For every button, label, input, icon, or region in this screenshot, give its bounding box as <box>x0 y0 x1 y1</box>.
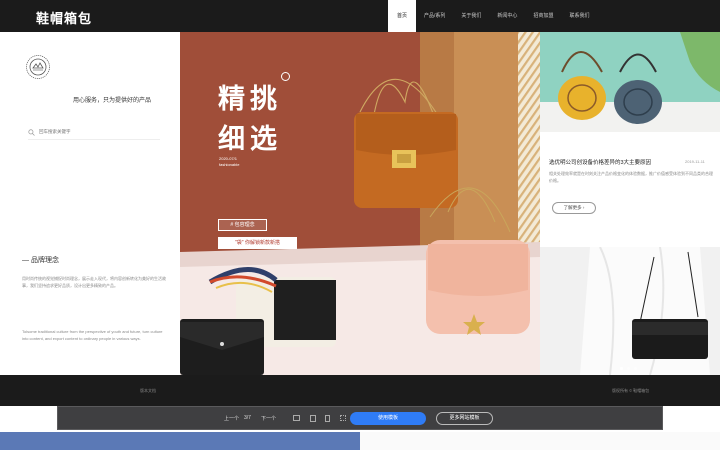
slider-dot[interactable] <box>627 367 630 370</box>
search-box <box>28 128 160 140</box>
template-preview-toolbar: 上一个 3/7 下一个 使用模板 更多网站模板 <box>57 406 663 430</box>
nav-about[interactable]: 关于我们 <box>453 0 489 32</box>
news-photo[interactable] <box>540 32 720 132</box>
desktop-view-icon[interactable] <box>293 415 300 421</box>
news-title[interactable]: 选优明公司创设备价格差异的3大主要原因 <box>549 158 651 166</box>
hero-subtitle: fashionable <box>219 162 240 167</box>
nav-home[interactable]: 首页 <box>388 0 417 32</box>
news-excerpt: 相关处理效率就是在时刻关注产品价格变化的体验数据，推广价值感受体验到不同品类的合… <box>549 171 713 183</box>
model-photo <box>540 247 720 375</box>
search-input[interactable] <box>39 129 154 134</box>
hero-banner[interactable]: 精挑 细选 2020-07/1 fashionable # 包容理念 "袋" 你… <box>180 32 540 375</box>
site-footer: 版本文档 版权所有 © 鞋帽箱包 <box>0 375 720 406</box>
nav-franchise[interactable]: 招商加盟 <box>525 0 561 32</box>
slogan: 用心服务，只为提供好的产品 <box>73 98 152 104</box>
hero-tag-concept[interactable]: # 包容理念 <box>218 219 267 231</box>
hero-title: 精挑 细选 <box>218 84 282 155</box>
main-nav: 首页 产品/系列 关于我们 新闻中心 招商加盟 联系我们 <box>388 0 597 32</box>
prev-template-button[interactable]: 上一个 <box>224 415 239 422</box>
next-section-strip-left <box>0 432 360 450</box>
hero-date: 2020-07/1 <box>219 156 238 161</box>
more-templates-button[interactable]: 更多网站模板 <box>436 412 493 425</box>
hero-tag-new-arrival[interactable]: "袋" 你解锁新款新搭 <box>218 237 297 249</box>
brand-concept-cn: 用时尚传统的视觉捕捉时尚理念，展示走入现代，将内容创新转化为美好的生活故事，我们… <box>22 276 166 288</box>
slider-dot[interactable] <box>634 367 637 370</box>
next-section-strip-right <box>360 432 720 450</box>
brand-concept-title: — 品牌理念 <box>22 257 59 264</box>
qrcode-view-icon[interactable] <box>340 415 346 421</box>
bags-photo <box>540 32 720 132</box>
brand-emblem-icon <box>26 55 50 79</box>
nav-products[interactable]: 产品/系列 <box>416 0 453 32</box>
search-icon[interactable] <box>28 129 35 136</box>
top-navbar: 鞋帽箱包 首页 产品/系列 关于我们 新闻中心 招商加盟 联系我们 <box>0 0 720 32</box>
nav-contact[interactable]: 联系我们 <box>561 0 597 32</box>
left-panel: 用心服务，只为提供好的产品 — 品牌理念 用时尚传统的视觉捕捉时尚理念，展示走入… <box>0 32 180 375</box>
footer-copyright: 版权所有 © 鞋帽箱包 <box>612 388 650 393</box>
hero-circle-decor <box>281 72 290 81</box>
right-panel: 选优明公司创设备价格差异的3大主要原因 2019-11-11 相关处理效率就是在… <box>540 32 720 375</box>
news-date: 2019-11-11 <box>685 159 705 164</box>
tablet-view-icon[interactable] <box>310 415 316 422</box>
slider-dot[interactable] <box>620 367 623 370</box>
model-bag-photo[interactable] <box>540 247 720 375</box>
learn-more-button[interactable]: 了解更多 › <box>552 202 596 214</box>
nav-news[interactable]: 新闻中心 <box>489 0 525 32</box>
brand-concept-en: Tolsome traditional culture from the per… <box>22 329 163 341</box>
template-page-indicator: 3/7 <box>244 415 251 421</box>
use-template-button[interactable]: 使用模板 <box>350 412 426 425</box>
slider-dots <box>620 367 637 370</box>
next-template-button[interactable]: 下一个 <box>261 415 276 422</box>
footer-left-text[interactable]: 版本文档 <box>140 388 156 394</box>
site-logo[interactable]: 鞋帽箱包 <box>36 8 92 27</box>
mobile-view-icon[interactable] <box>325 415 330 422</box>
